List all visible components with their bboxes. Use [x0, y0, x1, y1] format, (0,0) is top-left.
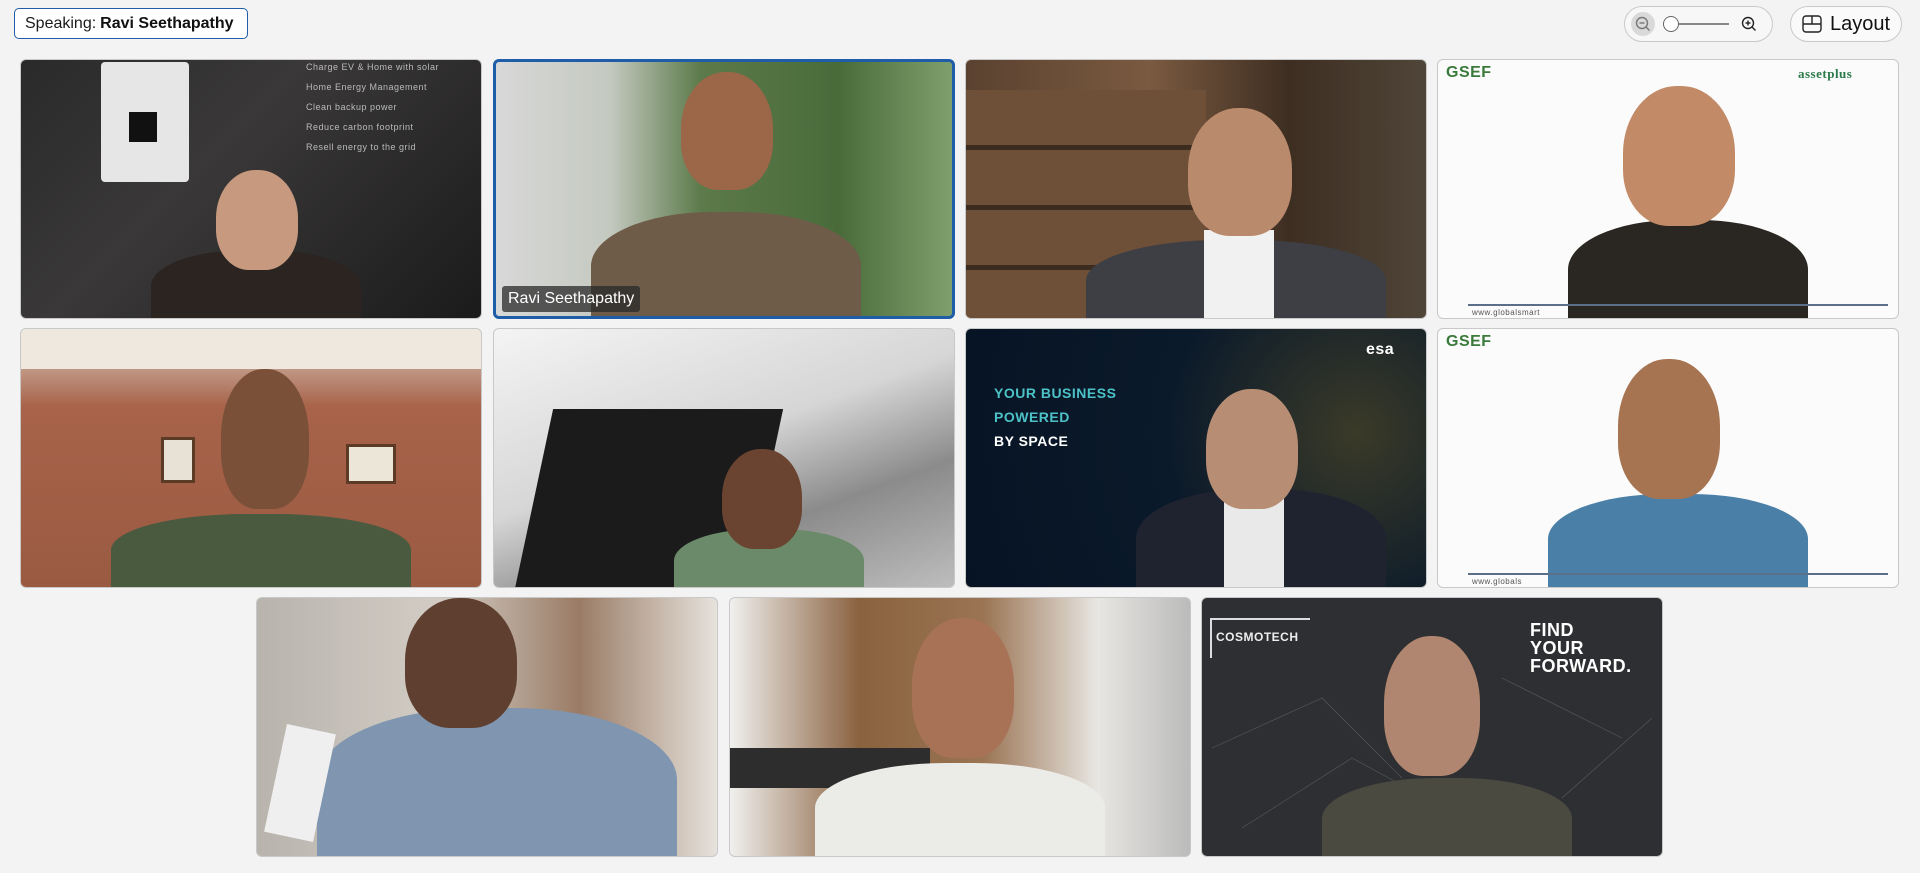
- zoom-out-button[interactable]: [1631, 12, 1655, 36]
- overlay-text: POWERED: [994, 409, 1070, 425]
- layout-label: Layout: [1829, 12, 1891, 35]
- video-tile[interactable]: GSEF www.globals: [1437, 328, 1899, 588]
- overlay-text: FORWARD.: [1530, 656, 1632, 676]
- video-tile[interactable]: YOUR BUSINESS POWERED BY SPACE esa: [965, 328, 1427, 588]
- speaking-indicator: Speaking: Ravi Seethapathy: [14, 8, 248, 39]
- video-tile[interactable]: [729, 597, 1191, 857]
- zoom-in-button[interactable]: [1737, 12, 1761, 36]
- footer-text: www.globals: [1472, 577, 1522, 586]
- video-tile[interactable]: [493, 328, 955, 588]
- zoom-out-icon: [1635, 16, 1650, 31]
- overlay-text: Clean backup power: [306, 102, 398, 112]
- zoom-slider-thumb[interactable]: [1663, 16, 1679, 32]
- logo-text: esa: [1366, 341, 1395, 358]
- footer-text: www.globalsmart: [1472, 308, 1540, 317]
- logo-text: COSMOTECH: [1216, 630, 1299, 644]
- logo-left: GSEF: [1446, 333, 1492, 350]
- participant-name-label: Ravi Seethapathy: [502, 286, 641, 312]
- overlay-text: Reduce carbon footprint: [306, 122, 414, 132]
- overlay-text: Resell energy to the grid: [306, 142, 417, 152]
- video-tile[interactable]: COSMOTECH FIND YOUR FORWARD.: [1201, 597, 1663, 857]
- grid-layout-icon: [1802, 15, 1822, 33]
- overlay-text: Charge EV & Home with solar: [306, 62, 440, 72]
- speaking-prefix: Speaking:: [25, 14, 97, 32]
- zoom-slider[interactable]: [1663, 12, 1729, 36]
- speaking-name: Ravi Seethapathy: [100, 14, 234, 32]
- zoom-in-icon: [1741, 16, 1756, 31]
- zoom-control: [1624, 6, 1773, 42]
- logo-right: assetplus: [1798, 66, 1853, 81]
- video-tile[interactable]: [256, 597, 718, 857]
- logo-left: GSEF: [1446, 64, 1492, 81]
- video-tile[interactable]: [965, 59, 1427, 319]
- video-tile[interactable]: GSEF assetplus www.globalsmart: [1437, 59, 1899, 319]
- layout-button[interactable]: Layout: [1790, 6, 1902, 42]
- overlay-text: Home Energy Management: [306, 82, 428, 92]
- video-tile[interactable]: Charge EV & Home with solar Home Energy …: [20, 59, 482, 319]
- overlay-text: YOUR BUSINESS: [994, 385, 1117, 401]
- overlay-text: BY SPACE: [994, 433, 1069, 449]
- video-tile-active-speaker[interactable]: Ravi Seethapathy: [493, 59, 955, 319]
- video-tile[interactable]: [20, 328, 482, 588]
